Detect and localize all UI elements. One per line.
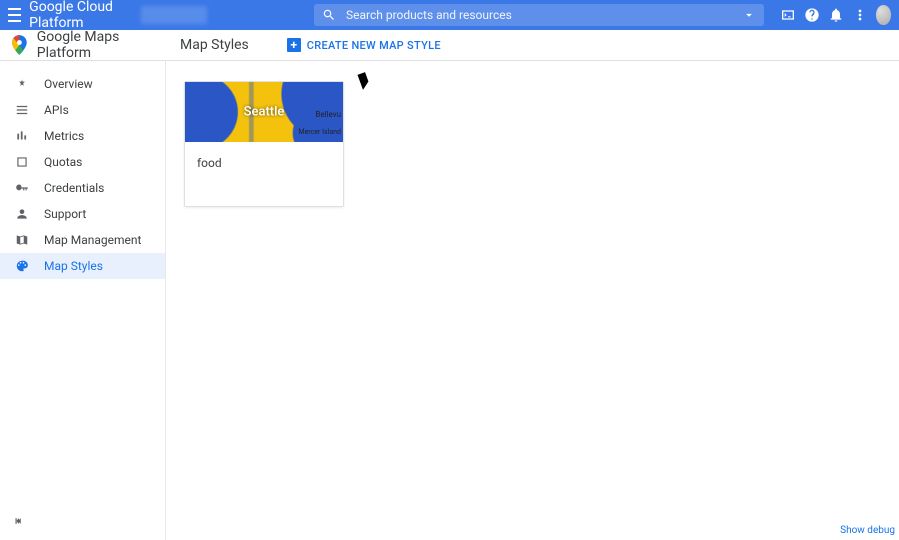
sidebar-item-label: Map Styles	[44, 259, 103, 273]
apis-icon	[14, 102, 30, 118]
key-icon	[14, 180, 30, 196]
project-selector[interactable]	[141, 6, 207, 24]
menu-icon[interactable]	[8, 8, 21, 22]
thumbnail-label-a: Bellevu	[315, 110, 341, 119]
sidebar-item-map-management[interactable]: Map Management	[0, 227, 165, 253]
search-input[interactable]: Search products and resources	[314, 4, 764, 26]
more-icon[interactable]	[852, 4, 868, 26]
main-content: Seattle Bellevu Mercer Island food	[166, 61, 899, 540]
chevron-left-icon	[12, 514, 26, 528]
sidebar-item-label: Credentials	[44, 181, 104, 195]
map-style-card[interactable]: Seattle Bellevu Mercer Island food	[184, 81, 344, 207]
notifications-icon[interactable]	[828, 4, 844, 26]
cloud-shell-icon[interactable]	[780, 4, 796, 26]
sidebar-item-label: Overview	[44, 77, 93, 91]
sidebar-item-label: Metrics	[44, 129, 84, 143]
person-icon	[14, 206, 30, 222]
collapse-sidebar-button[interactable]	[12, 513, 26, 532]
section-header: Google Maps Platform Map Styles + CREATE…	[0, 30, 899, 61]
sidebar-item-quotas[interactable]: Quotas	[0, 149, 165, 175]
palette-icon	[14, 258, 30, 274]
brand-label: Google Cloud Platform	[29, 0, 133, 31]
sidebar-item-credentials[interactable]: Credentials	[0, 175, 165, 201]
quotas-icon	[14, 154, 30, 170]
product-name-area: Google Maps Platform	[0, 29, 166, 61]
product-name: Google Maps Platform	[37, 29, 166, 61]
help-icon[interactable]	[804, 4, 820, 26]
page-title: Map Styles	[166, 37, 249, 53]
overview-icon	[14, 76, 30, 92]
map-style-name: food	[185, 142, 343, 206]
maps-pin-icon	[12, 35, 27, 55]
create-map-style-button[interactable]: + CREATE NEW MAP STYLE	[287, 38, 441, 52]
metrics-icon	[14, 128, 30, 144]
top-app-bar: Google Cloud Platform Search products an…	[0, 0, 899, 30]
cursor-icon	[360, 73, 370, 87]
sidebar-item-apis[interactable]: APIs	[0, 97, 165, 123]
search-placeholder: Search products and resources	[346, 8, 732, 22]
sidebar-item-map-styles[interactable]: Map Styles	[0, 253, 165, 279]
thumbnail-label-b: Mercer Island	[299, 128, 341, 136]
thumbnail-city-label: Seattle	[244, 105, 285, 120]
chevron-down-icon[interactable]	[742, 8, 756, 22]
search-icon	[322, 8, 336, 22]
sidebar-item-label: Support	[44, 207, 86, 221]
plus-icon: +	[287, 38, 301, 52]
sidebar-item-support[interactable]: Support	[0, 201, 165, 227]
sidebar-item-label: APIs	[44, 103, 69, 117]
sidebar: Overview APIs Metrics Quotas Credentials…	[0, 61, 166, 540]
create-button-label: CREATE NEW MAP STYLE	[307, 39, 441, 52]
map-icon	[14, 232, 30, 248]
sidebar-item-metrics[interactable]: Metrics	[0, 123, 165, 149]
sidebar-item-label: Quotas	[44, 155, 82, 169]
map-thumbnail: Seattle Bellevu Mercer Island	[185, 82, 343, 142]
show-debug-link[interactable]: Show debug	[840, 525, 895, 536]
avatar[interactable]	[876, 5, 891, 25]
sidebar-item-label: Map Management	[44, 233, 141, 247]
sidebar-item-overview[interactable]: Overview	[0, 71, 165, 97]
